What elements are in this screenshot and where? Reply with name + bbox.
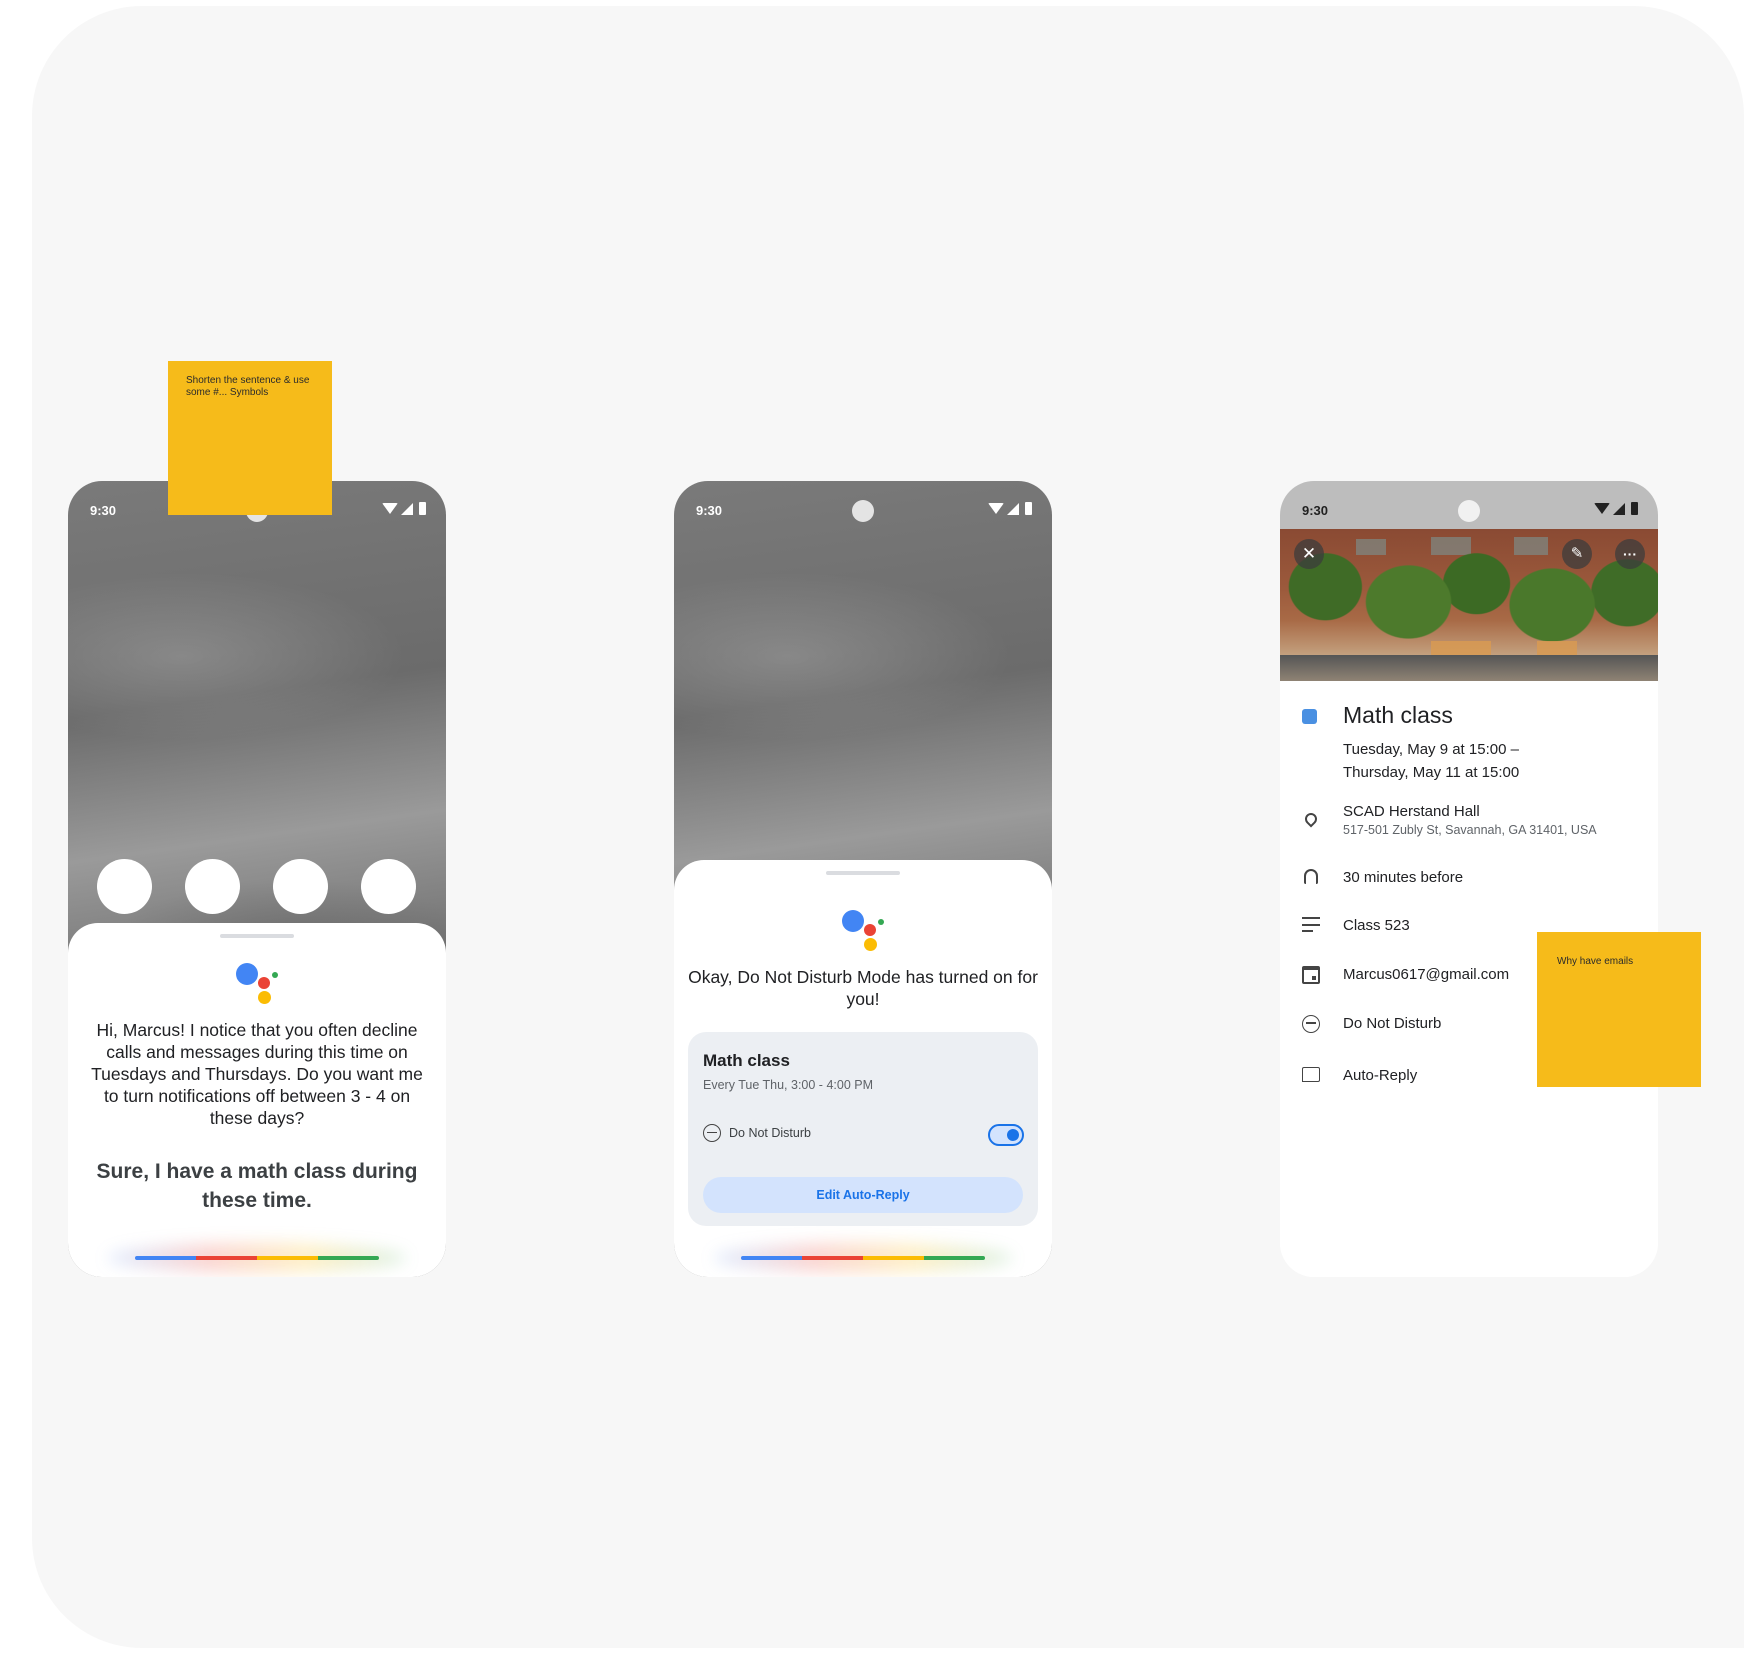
assistant-message: Okay, Do Not Disturb Mode has turned on … xyxy=(688,967,1038,1009)
more-icon[interactable]: ··· xyxy=(1615,539,1645,569)
event-title: Math class xyxy=(1343,702,1453,728)
phone-screen-2: 9:30 Okay, Do Not Disturb Mode has turne… xyxy=(674,481,1052,1277)
sticky-note[interactable]: Why have emails xyxy=(1537,932,1701,1087)
auto-reply-icon xyxy=(1302,1067,1320,1082)
status-time: 9:30 xyxy=(90,503,117,518)
battery-icon xyxy=(1025,502,1032,515)
battery-icon xyxy=(419,502,426,515)
status-time: 9:30 xyxy=(1302,503,1329,518)
description-row: Class 523 xyxy=(1302,917,1410,935)
location-name: SCAD Herstand Hall xyxy=(1343,803,1480,820)
edit-auto-reply-button[interactable]: Edit Auto-Reply xyxy=(703,1177,1023,1213)
sheet-handle[interactable] xyxy=(220,934,294,938)
status-time: 9:30 xyxy=(696,503,723,518)
calendar-icon xyxy=(1302,966,1320,984)
location-row[interactable]: SCAD Herstand Hall 517-501 Zubly St, Sav… xyxy=(1302,803,1597,837)
reminder-text: 30 minutes before xyxy=(1343,869,1464,886)
event-title: Math class xyxy=(703,1051,790,1070)
signal-icon xyxy=(401,502,413,515)
dnd-toggle[interactable] xyxy=(988,1124,1024,1146)
signal-icon xyxy=(1007,502,1019,515)
location-address: 517-501 Zubly St, Savannah, GA 31401, US… xyxy=(1343,823,1597,837)
status-icons xyxy=(1594,502,1638,515)
wifi-icon xyxy=(988,503,1004,514)
event-card[interactable]: Math class Every Tue Thu, 3:00 - 4:00 PM… xyxy=(688,1032,1038,1226)
camera-cutout xyxy=(852,500,874,522)
wifi-icon xyxy=(1594,503,1610,514)
assistant-sheet: Hi, Marcus! I notice that you often decl… xyxy=(68,923,446,1277)
assistant-message: Hi, Marcus! I notice that you often decl… xyxy=(91,1020,423,1128)
camera-cutout xyxy=(1458,500,1480,522)
phone-screen-3: 9:30 ✕ ✎ ··· Math class Tuesday, May 9 a… xyxy=(1280,481,1658,1277)
do-not-disturb-icon xyxy=(703,1124,721,1142)
wifi-icon xyxy=(382,503,398,514)
close-icon[interactable]: ✕ xyxy=(1294,539,1324,569)
shortcut-circle[interactable] xyxy=(97,859,152,914)
event-color-square xyxy=(1302,709,1317,724)
shortcut-circle[interactable] xyxy=(273,859,328,914)
sticky-note[interactable]: Shorten the sentence & use some #... Sym… xyxy=(168,361,332,515)
status-bar: 9:30 xyxy=(674,481,1052,537)
bell-icon xyxy=(1304,869,1318,884)
reminder-row[interactable]: 30 minutes before xyxy=(1302,869,1463,886)
event-schedule: Every Tue Thu, 3:00 - 4:00 PM xyxy=(703,1078,873,1092)
event-dates: Tuesday, May 9 at 15:00 – Thursday, May … xyxy=(1343,738,1519,784)
phone-screen-1: 9:30 Hi, Marcus! I notice that you often… xyxy=(68,481,446,1277)
dnd-row[interactable]: Do Not Disturb xyxy=(1302,1015,1441,1033)
calendar-account: Marcus0617@gmail.com xyxy=(1343,966,1510,983)
listening-bar xyxy=(741,1256,985,1260)
location-pin-icon xyxy=(1302,810,1320,828)
shortcut-circle[interactable] xyxy=(361,859,416,914)
dnd-label: Do Not Disturb xyxy=(729,1126,811,1140)
notes-icon xyxy=(1302,917,1320,935)
status-bar: 9:30 xyxy=(1280,481,1658,529)
event-date-start: Tuesday, May 9 at 15:00 – xyxy=(1343,741,1519,758)
shortcut-circle[interactable] xyxy=(185,859,240,914)
assistant-logo-icon xyxy=(842,910,884,952)
sheet-handle[interactable] xyxy=(826,871,900,875)
assistant-logo-icon xyxy=(236,963,278,1005)
user-reply: Sure, I have a math class during these t… xyxy=(96,1160,418,1212)
battery-icon xyxy=(1631,502,1638,515)
signal-icon xyxy=(1613,502,1625,515)
status-icons xyxy=(988,502,1032,515)
dnd-row: Do Not Disturb xyxy=(703,1124,811,1142)
auto-reply-row[interactable]: Auto-Reply xyxy=(1302,1067,1417,1084)
calendar-row: Marcus0617@gmail.com xyxy=(1302,966,1509,984)
edit-icon[interactable]: ✎ xyxy=(1562,539,1592,569)
listening-bar xyxy=(135,1256,379,1260)
location-photo xyxy=(1280,529,1658,681)
event-date-end: Thursday, May 11 at 15:00 xyxy=(1343,764,1520,781)
auto-reply-label: Auto-Reply xyxy=(1343,1067,1418,1084)
description-text: Class 523 xyxy=(1343,917,1410,934)
status-icons xyxy=(382,502,426,515)
dnd-label: Do Not Disturb xyxy=(1343,1015,1442,1032)
app-shortcuts xyxy=(97,859,416,914)
do-not-disturb-icon xyxy=(1302,1015,1320,1033)
assistant-sheet: Okay, Do Not Disturb Mode has turned on … xyxy=(674,860,1052,1277)
